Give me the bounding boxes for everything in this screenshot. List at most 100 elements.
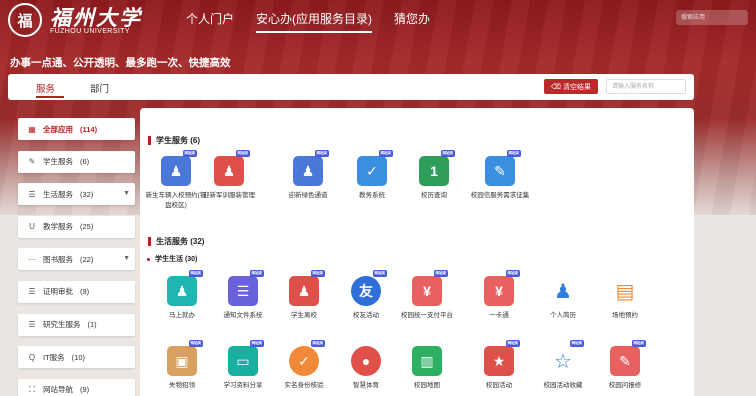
nav-guess[interactable]: 猜您办 bbox=[394, 10, 430, 33]
sidebar-item-count: (32) bbox=[80, 189, 94, 199]
app-tile[interactable]: 友 网站类 校友活动 bbox=[334, 270, 398, 321]
app-label: 校园活动收藏 bbox=[543, 382, 583, 389]
app-icon: ♟ bbox=[548, 276, 578, 306]
app-directory-panel: 学生服务 (6) 生活服务 (32) 学生生活 (30) ♟ 网站类 新生车辆入校预… bbox=[140, 108, 694, 396]
app-tile[interactable]: ★ 网站类 校园活动 bbox=[467, 340, 531, 391]
app-label: 实名身份核验 bbox=[284, 382, 324, 389]
app-icon: ▭ 网站类 bbox=[228, 340, 264, 376]
category-icon: ☰ bbox=[28, 320, 36, 330]
app-tile[interactable]: ▤ 场地预约 bbox=[593, 276, 657, 321]
sidebar-item-label: 教学服务 bbox=[43, 222, 73, 232]
app-icon: ▥ bbox=[412, 346, 442, 376]
category-icon: ✎ bbox=[28, 157, 36, 167]
website-badge: 网站类 bbox=[249, 270, 264, 277]
logo-subtitle: FUZHOU UNIVERSITY bbox=[50, 28, 130, 35]
app-tile[interactable]: ✓ 网站类 教务系统 bbox=[340, 150, 404, 201]
sidebar-item-count: (9) bbox=[80, 385, 90, 395]
app-icon: ✎ 网站类 bbox=[485, 150, 521, 186]
app-glyph: 友 bbox=[359, 283, 373, 299]
app-glyph: ♟ bbox=[222, 162, 236, 179]
app-tile[interactable]: ✓ 网站类 实名身份核验 bbox=[272, 340, 336, 391]
app-tile[interactable]: ¥ 网站类校园统一支付平台 bbox=[395, 270, 459, 321]
sidebar-item-count: (6) bbox=[80, 157, 90, 167]
logo-seal[interactable]: 福 bbox=[8, 3, 42, 37]
app-tile[interactable]: ♟ 网站类 学生离校 bbox=[272, 270, 336, 321]
sidebar-item[interactable]: ⋯ 图书服务 (22) ▼ bbox=[18, 248, 135, 271]
category-icon: ⋯ bbox=[28, 254, 36, 264]
app-label: 马上就办 bbox=[169, 312, 195, 319]
tab-services[interactable]: 服务 bbox=[36, 81, 55, 95]
app-label: 失物招领 bbox=[169, 382, 195, 389]
app-tile[interactable]: 1 网站类校历查询 bbox=[402, 150, 466, 201]
app-tile[interactable]: ▥ 校园地图 bbox=[395, 346, 459, 391]
sidebar-item-count: (114) bbox=[80, 124, 98, 134]
nav-personal-portal[interactable]: 个人门户 bbox=[186, 10, 234, 33]
app-tile[interactable]: ✎ 网站类校园问报修 bbox=[593, 340, 657, 391]
website-badge: 网站类 bbox=[314, 150, 329, 157]
app-tile[interactable]: ✎ 网站类 校园信服务需求征集 bbox=[468, 150, 532, 201]
nav-app-directory[interactable]: 安心办(应用服务目录) bbox=[256, 10, 373, 33]
app-tile[interactable]: ♟ 网站类迎新绿色通道 bbox=[276, 150, 340, 201]
app-label: 校园统一支付平台 bbox=[401, 312, 453, 319]
sidebar-item-count: (1) bbox=[87, 320, 97, 330]
app-label: 学生离校 bbox=[291, 312, 317, 319]
chevron-down-icon[interactable]: ▼ bbox=[123, 255, 130, 262]
app-icon: ♟ 网站类 bbox=[293, 150, 329, 186]
app-icon: 1 网站类 bbox=[419, 150, 455, 186]
sidebar-item-label: 研究生服务 bbox=[43, 320, 81, 330]
app-tile[interactable]: ▣ 网站类 失物招领 bbox=[150, 340, 214, 391]
website-badge: 网站类 bbox=[249, 340, 264, 347]
website-badge: 网站类 bbox=[569, 340, 584, 347]
app-icon: ● bbox=[351, 346, 381, 376]
app-icon: ✎ 网站类 bbox=[610, 340, 646, 376]
tab-bar: 服务 部门 ⌫ 清空结果 bbox=[8, 74, 694, 100]
sidebar-item[interactable]: ⛶ 网站导航 (9) bbox=[18, 378, 135, 396]
app-tile[interactable]: ● 智慧体育 bbox=[334, 346, 398, 391]
app-label: 学习资料分享 bbox=[223, 382, 263, 389]
tab-departments[interactable]: 部门 bbox=[90, 81, 109, 95]
app-tile[interactable]: ▭ 网站类学习资料分享 bbox=[211, 340, 275, 391]
app-label: 校历查询 bbox=[421, 192, 447, 199]
app-label: 迎新绿色通道 bbox=[288, 192, 328, 199]
app-glyph: ✎ bbox=[619, 352, 631, 369]
sidebar-item[interactable]: ☰ 证明审批 (9) bbox=[18, 280, 135, 303]
top-nav: 个人门户 安心办(应用服务目录) 猜您办 bbox=[186, 10, 430, 33]
sidebar-item-label: 生活服务 bbox=[43, 189, 73, 199]
app-icon: ★ 网站类 bbox=[484, 340, 520, 376]
sidebar-item[interactable]: Q IT服务 (10) bbox=[18, 346, 135, 369]
app-glyph: ✎ bbox=[494, 162, 506, 179]
sidebar-item[interactable]: ✎ 学生服务 (6) bbox=[18, 150, 135, 173]
app-icon: ¥ 网站类 bbox=[412, 270, 448, 306]
app-glyph: ✓ bbox=[366, 162, 378, 179]
app-icon: 友 网站类 bbox=[351, 270, 387, 306]
website-badge: 网站类 bbox=[188, 270, 203, 277]
bullet-dot bbox=[147, 257, 150, 261]
app-glyph: ☰ bbox=[236, 282, 250, 299]
app-label: 校园问报修 bbox=[608, 382, 642, 389]
website-badge: 网站类 bbox=[235, 150, 250, 157]
sidebar-item[interactable]: ☰ 研究生服务 (1) bbox=[18, 313, 135, 336]
category-icon: ▦ bbox=[28, 124, 36, 134]
app-tile[interactable]: ♟ 网站类 迎新军训服装管理 bbox=[197, 150, 261, 201]
clear-results-button[interactable]: ⌫ 清空结果 bbox=[544, 79, 598, 94]
slogan: 办事一点通、公开透明、最多跑一次、快捷高效 bbox=[10, 57, 231, 69]
website-badge: 网站类 bbox=[440, 150, 455, 157]
sidebar-item[interactable]: ▦ 全部应用 (114) bbox=[18, 118, 135, 140]
app-icon: ☆ 网站类 bbox=[548, 340, 584, 376]
sidebar-item[interactable]: U 教学服务 (25) bbox=[18, 215, 135, 238]
app-glyph: ▤ bbox=[615, 280, 635, 303]
service-search-input[interactable] bbox=[606, 79, 686, 94]
app-tile[interactable]: ♟ 网站类 马上就办 bbox=[150, 270, 214, 321]
app-tile[interactable]: ♟ 个人简历 bbox=[531, 276, 595, 321]
app-tile[interactable]: ☆ 网站类校园活动收藏 bbox=[531, 340, 595, 391]
app-label: 智慧体育 bbox=[353, 382, 379, 389]
website-badge: 网站类 bbox=[372, 270, 387, 277]
sidebar-item-label: 全部应用 bbox=[43, 124, 73, 134]
chevron-down-icon[interactable]: ▼ bbox=[123, 190, 130, 197]
sidebar-item[interactable]: ☰ 生活服务 (32) ▼ bbox=[18, 183, 135, 206]
app-tile[interactable]: ☰ 网站类 通知文件系统 bbox=[211, 270, 275, 321]
app-tile[interactable]: ¥ 网站类 一卡通 bbox=[467, 270, 531, 321]
app-icon: ▤ bbox=[610, 276, 640, 306]
category-icon: Q bbox=[28, 352, 36, 362]
app-search-input[interactable] bbox=[676, 10, 748, 25]
